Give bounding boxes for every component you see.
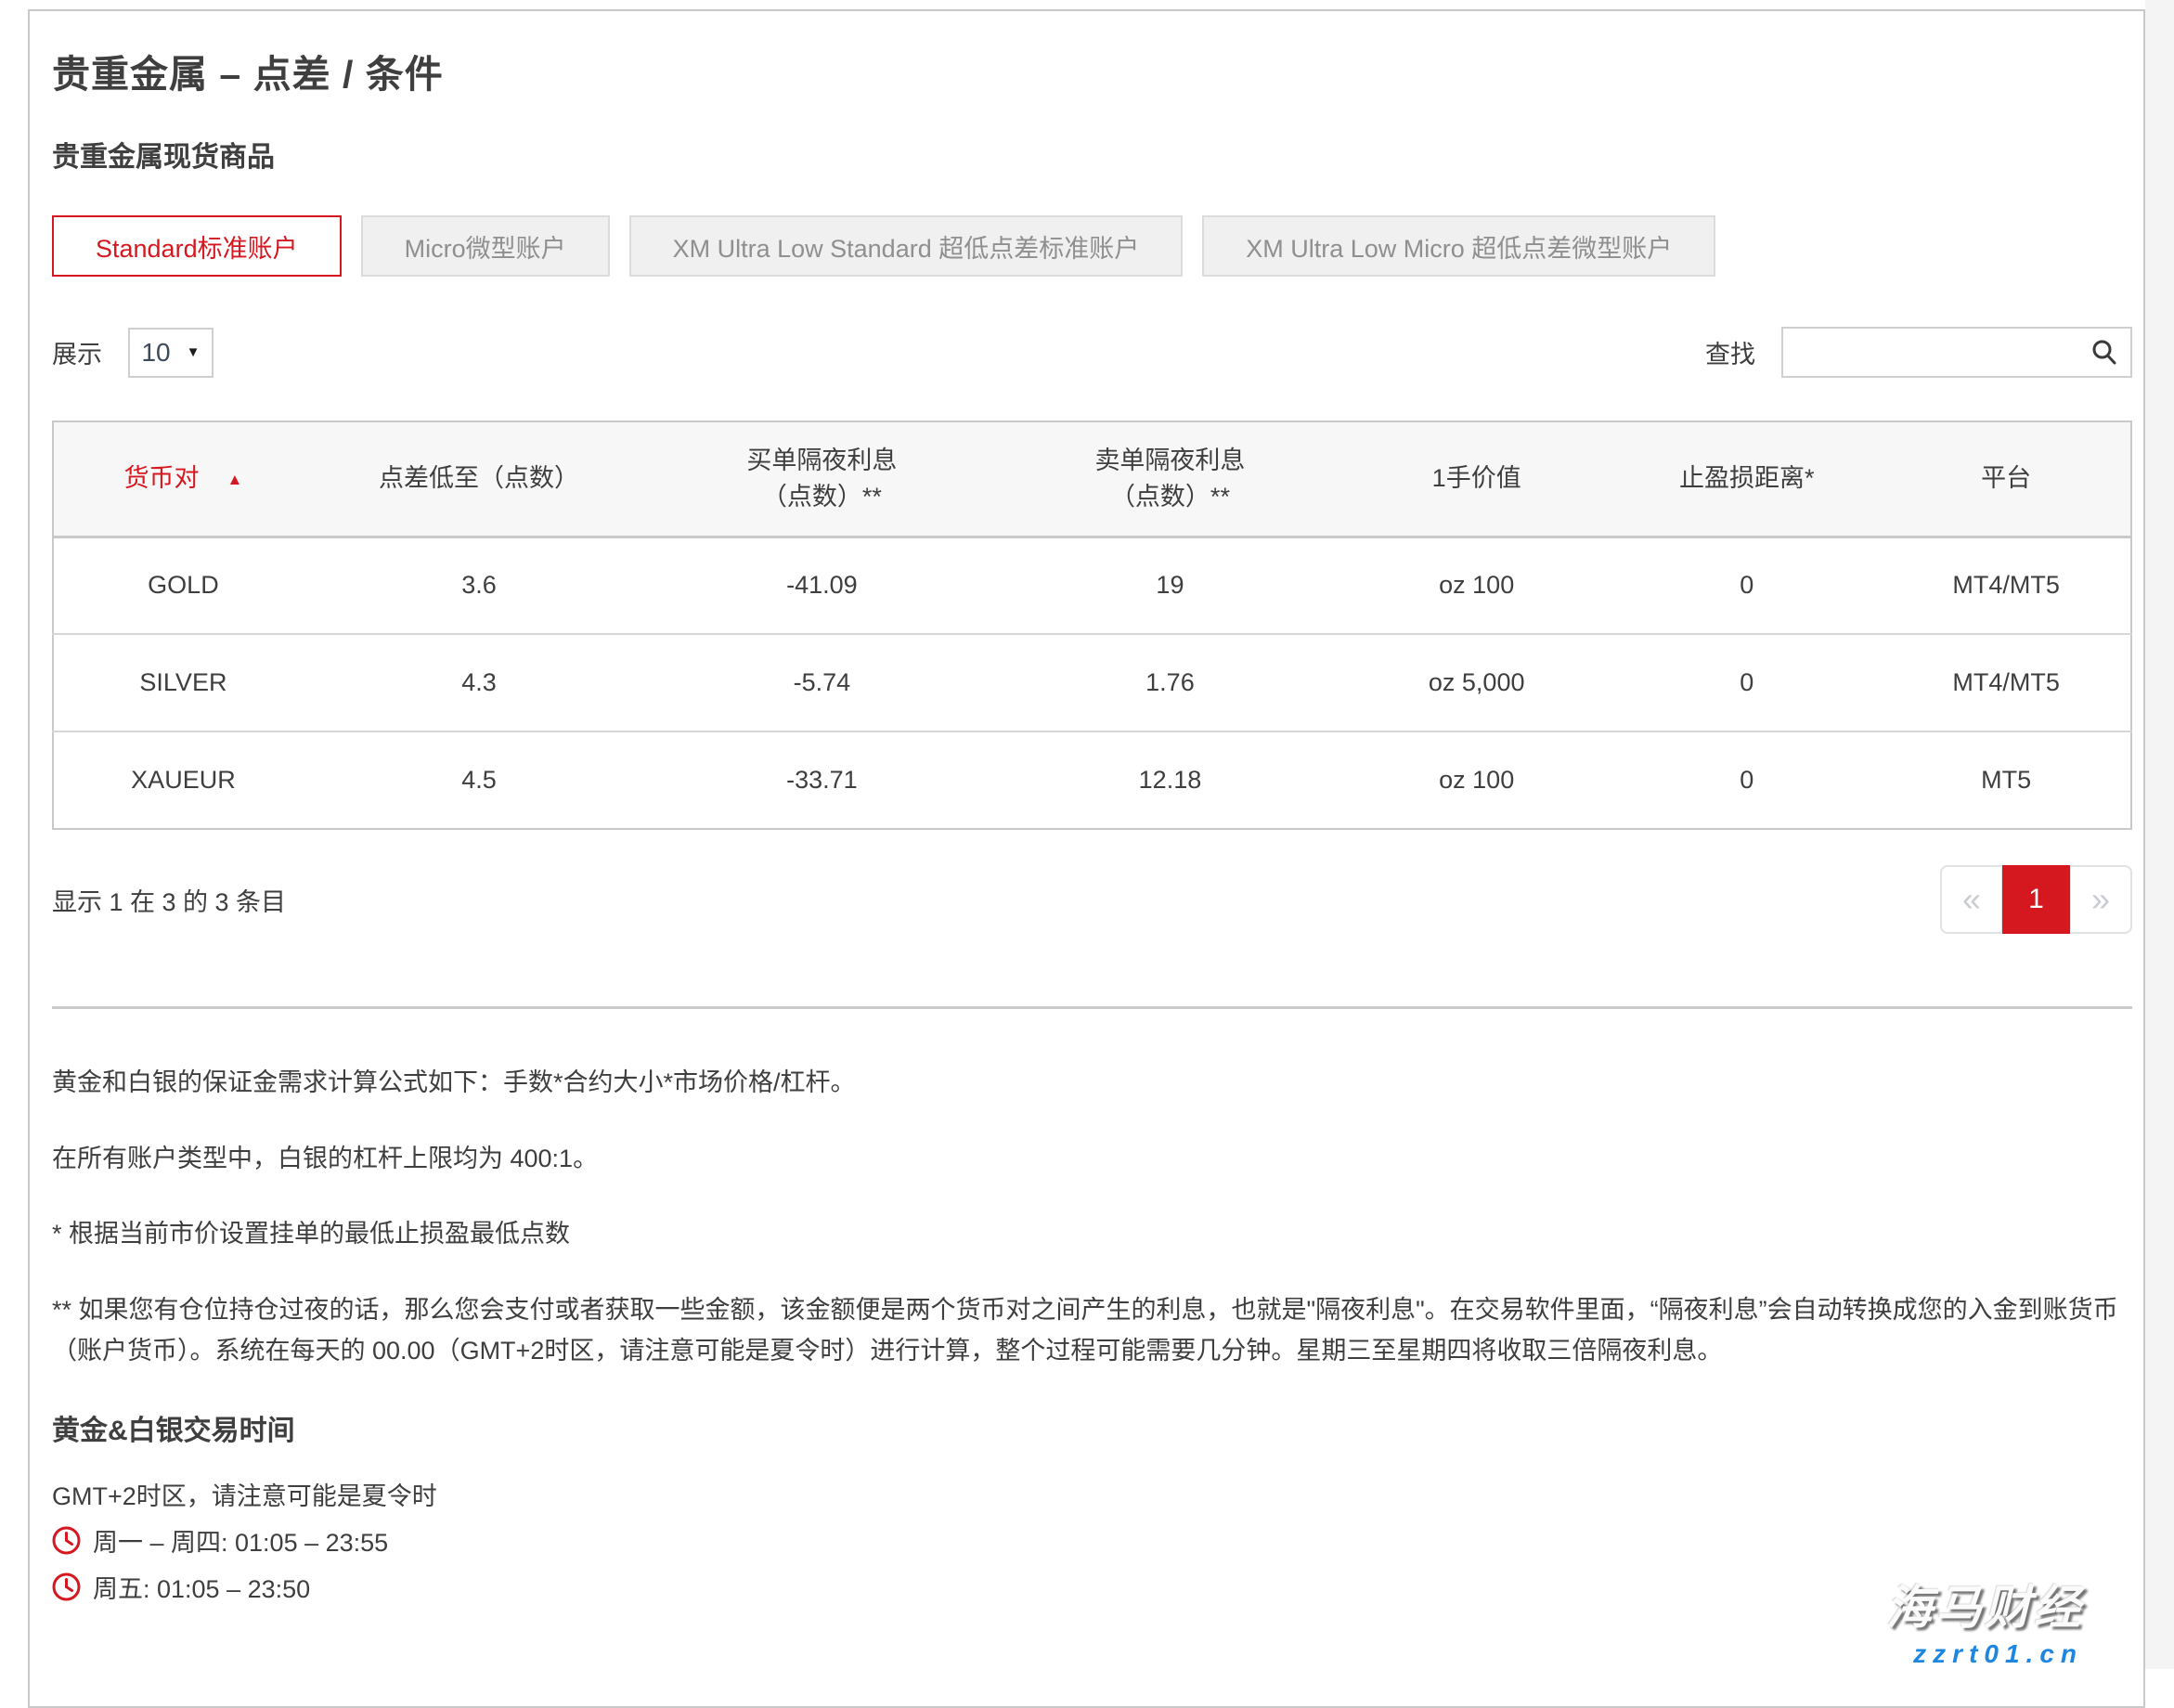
cell-stop-distance: 0: [1611, 634, 1882, 731]
column-label-line1: 卖单隔夜利息: [999, 443, 1341, 479]
cell-swap-short: 12.18: [999, 731, 1341, 829]
cell-swap-short: 19: [999, 537, 1341, 634]
column-label: 平台: [1981, 464, 2031, 492]
column-label: 1手价值: [1432, 464, 1521, 492]
column-header-spread[interactable]: 点差低至（点数）: [313, 421, 645, 537]
search-box: [1781, 327, 2132, 378]
pagination-page-1-button[interactable]: 1: [2002, 865, 2070, 934]
schedule-text: 周一 – 周四: 01:05 – 23:55: [93, 1522, 388, 1559]
tab-label: Standard标准账户: [96, 228, 298, 265]
schedule-row-friday: 周五: 01:05 – 23:50: [52, 1569, 2132, 1605]
cell-swap-long: -33.71: [645, 731, 999, 829]
cell-pair: XAUEUR: [53, 731, 313, 829]
cell-platform: MT4/MT5: [1882, 537, 2131, 634]
column-label: 止盈损距离*: [1679, 464, 1815, 492]
watermark: 海马财经 zzrt01.cn: [1886, 1571, 2083, 1669]
watermark-site: zzrt01.cn: [1886, 1639, 2083, 1669]
timezone-note: GMT+2时区，请注意可能是夏令时: [52, 1476, 2132, 1512]
cell-spread: 4.5: [313, 731, 645, 829]
page-title: 贵重金属 – 点差 / 条件: [52, 43, 2132, 98]
column-label: 货币对: [124, 464, 200, 492]
notes-section: 黄金和白银的保证金需求计算公式如下：手数*合约大小*市场价格/杠杆。 在所有账户…: [52, 1063, 2132, 1605]
sort-ascending-icon: ▲: [227, 471, 243, 488]
schedule-row-weekdays: 周一 – 周四: 01:05 – 23:55: [52, 1522, 2132, 1559]
search-icon: [2090, 338, 2119, 368]
swap-note: ** 如果您有仓位持仓过夜的话，那么您会支付或者获取一些金额，该金额便是两个货币…: [52, 1290, 2132, 1371]
table-row: GOLD 3.6 -41.09 19 oz 100 0 MT4/MT5: [53, 537, 2131, 634]
show-label: 展示: [52, 334, 102, 370]
table-header-row: 货币对 ▲ 点差低至（点数） 买单隔夜利息 （点数）** 卖单隔夜利息 （点数）*…: [53, 421, 2131, 537]
column-label-line2: （点数）**: [645, 479, 999, 515]
cell-lot-value: oz 100: [1341, 731, 1611, 829]
cell-swap-long: -41.09: [645, 537, 999, 634]
tab-label: XM Ultra Low Standard 超低点差标准账户: [673, 228, 1140, 265]
chevrons-right-icon: »: [2091, 880, 2110, 919]
stop-level-note: * 根据当前市价设置挂单的最低止损盈最低点数: [52, 1214, 2132, 1255]
content-panel: 贵重金属 – 点差 / 条件 贵重金属现货商品 Standard标准账户 Mic…: [28, 9, 2145, 1708]
clock-icon: [52, 1572, 81, 1601]
search-input[interactable]: [1783, 329, 2130, 376]
tab-micro-account[interactable]: Micro微型账户: [361, 215, 610, 277]
cell-lot-value: oz 100: [1341, 537, 1611, 634]
cell-spread: 4.3: [313, 634, 645, 731]
cell-platform: MT5: [1882, 731, 2131, 829]
page-right-gutter: [2145, 0, 2174, 1669]
account-type-tabs: Standard标准账户 Micro微型账户 XM Ultra Low Stan…: [52, 215, 2132, 277]
margin-formula-note: 黄金和白银的保证金需求计算公式如下：手数*合约大小*市场价格/杠杆。: [52, 1063, 2132, 1104]
cell-pair: GOLD: [53, 537, 313, 634]
column-label: 点差低至（点数）: [379, 464, 579, 492]
trading-hours-heading: 黄金&白银交易时间: [52, 1407, 2132, 1448]
watermark-name: 海马财经: [1886, 1571, 2083, 1637]
column-label-line1: 买单隔夜利息: [645, 443, 999, 479]
tab-label: XM Ultra Low Micro 超低点差微型账户: [1246, 228, 1672, 265]
tab-label: Micro微型账户: [405, 228, 566, 265]
silver-leverage-note: 在所有账户类型中，白银的杠杆上限均为 400:1。: [52, 1139, 2132, 1180]
page-size-value: 10: [141, 338, 170, 368]
column-header-swap-long[interactable]: 买单隔夜利息 （点数）**: [645, 421, 999, 537]
pagination: « 1 »: [1940, 865, 2132, 934]
column-header-platform[interactable]: 平台: [1882, 421, 2131, 537]
cell-stop-distance: 0: [1611, 537, 1882, 634]
cell-lot-value: oz 5,000: [1341, 634, 1611, 731]
table-row: SILVER 4.3 -5.74 1.76 oz 5,000 0 MT4/MT5: [53, 634, 2131, 731]
column-label-line2: （点数）**: [999, 479, 1341, 515]
search-label: 查找: [1705, 334, 1755, 370]
cell-stop-distance: 0: [1611, 731, 1882, 829]
column-header-lot-value[interactable]: 1手价值: [1341, 421, 1611, 537]
clock-icon: [52, 1526, 81, 1555]
tab-standard-account[interactable]: Standard标准账户: [52, 215, 342, 277]
page-size-group: 展示 10 ▼: [52, 328, 214, 378]
table-footer: 显示 1 在 3 的 3 条目 « 1 »: [52, 865, 2132, 934]
section-divider: [52, 1006, 2132, 1009]
chevrons-left-icon: «: [1962, 880, 1981, 919]
cell-swap-long: -5.74: [645, 634, 999, 731]
page-subtitle: 贵重金属现货商品: [52, 134, 2132, 175]
cell-swap-short: 1.76: [999, 634, 1341, 731]
cell-spread: 3.6: [313, 537, 645, 634]
table-controls: 展示 10 ▼ 查找: [52, 327, 2132, 378]
cell-platform: MT4/MT5: [1882, 634, 2131, 731]
chevron-down-icon: ▼: [187, 344, 201, 360]
column-header-swap-short[interactable]: 卖单隔夜利息 （点数）**: [999, 421, 1341, 537]
spreads-table: 货币对 ▲ 点差低至（点数） 买单隔夜利息 （点数）** 卖单隔夜利息 （点数）*…: [52, 421, 2132, 830]
cell-pair: SILVER: [53, 634, 313, 731]
tab-ultra-low-micro-account[interactable]: XM Ultra Low Micro 超低点差微型账户: [1202, 215, 1715, 277]
tab-ultra-low-standard-account[interactable]: XM Ultra Low Standard 超低点差标准账户: [629, 215, 1184, 277]
column-header-pair[interactable]: 货币对 ▲: [53, 421, 313, 537]
column-header-stop-distance[interactable]: 止盈损距离*: [1611, 421, 1882, 537]
search-group: 查找: [1705, 327, 2132, 378]
page-size-select[interactable]: 10 ▼: [128, 328, 214, 378]
table-row: XAUEUR 4.5 -33.71 12.18 oz 100 0 MT5: [53, 731, 2131, 829]
schedule-text: 周五: 01:05 – 23:50: [93, 1569, 310, 1605]
pagination-next-button[interactable]: »: [2069, 865, 2132, 934]
pagination-prev-button[interactable]: «: [1940, 865, 2003, 934]
entries-summary: 显示 1 在 3 的 3 条目: [52, 882, 286, 918]
